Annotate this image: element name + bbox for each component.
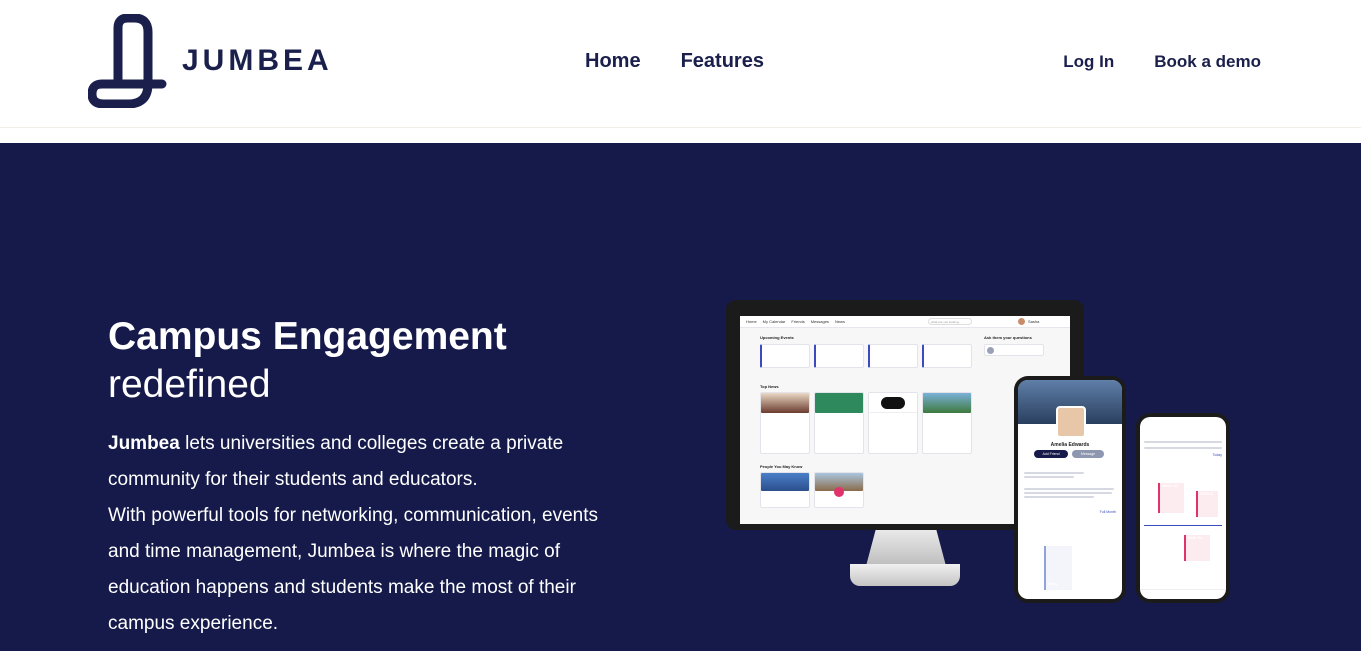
calendar-tabbar [1140,589,1226,599]
mock-person-card: Amara Singh [760,472,810,508]
mock-contact-name: Jane Lee [997,348,1010,352]
mock-user: Sasha [1028,319,1040,324]
calendar-now-line [1144,525,1222,526]
jumbea-logo[interactable]: JUMBEA [88,14,333,108]
mock-contact-avatar [987,347,994,354]
mock-upcoming-title: Upcoming Events [760,335,794,340]
profile-busy-label: Busy [1048,581,1058,586]
desc-line-1: Jumbea lets universities and colleges cr… [108,426,668,462]
profile-text-line [1024,496,1094,498]
calendar-event-cs: CS6/1/4 [1196,491,1218,517]
mock-nav-messages: Messages [810,319,829,324]
mock-event-card: Meet Your Buddy [814,344,864,368]
profile-text-line [1024,476,1074,478]
mock-people-title: People You May Know [760,464,803,469]
mock-news-title: Top News [760,384,779,389]
calendar-week-row [1144,447,1222,449]
mock-nav-calendar: My Calendar [762,319,786,324]
phone-calendar-mockup: Calendar Today Dance 2/4 CS6/1/4 Math 2/… [1136,413,1230,603]
mock-news-card: How to make the most of student life [760,392,810,454]
headline-line-1: Campus Engagement [108,315,507,358]
mock-person-avatar [834,487,844,497]
nav-features-link[interactable]: Features [681,50,764,73]
phone-calendar-screen: Calendar Today Dance 2/4 CS6/1/4 Math 2/… [1140,417,1226,599]
book-demo-link[interactable]: Book a demo [1154,52,1261,72]
mock-nav-news: News [834,319,845,324]
mock-event-card: Breakfast With The Team [922,344,972,368]
mock-news-image [869,393,917,413]
profile-text-line [1024,472,1084,474]
desc-line-3: With powerful tools for networking, comm… [108,505,598,526]
calendar-event-math: Math 2/4 [1184,535,1210,561]
profile-full-month: Full Month [1099,510,1116,514]
login-link[interactable]: Log In [1063,52,1114,72]
profile-text-line [1024,488,1114,490]
desc-line-1-rest: lets universities and colleges create a … [179,433,564,454]
mock-news-image [761,393,809,413]
mock-news-image [923,393,971,413]
mock-person-card: Emma K. [814,472,864,508]
mock-topbar: Home My Calendar Friends Messages News w… [740,316,1070,328]
mock-person-name: Amara Singh [776,500,794,504]
profile-text-line [1024,492,1112,494]
mock-news-card: Business Society [868,392,918,454]
phone-profile-mockup: Amelia Edwards Add Friend Message About … [1014,376,1126,603]
mock-person-name: Emma K. [832,500,846,504]
hero-section: Campus Engagement redefined Jumbea lets … [0,143,1361,651]
mock-news-image [815,393,863,413]
phone-profile-screen: Amelia Edwards Add Friend Message About … [1018,380,1122,599]
mock-ask-title: Ask them your questions [984,335,1032,340]
mock-news-card: Football Club [922,392,972,454]
calendar-week-row [1144,441,1222,443]
desc-brand: Jumbea [108,433,180,454]
mock-handshake-icon [881,397,905,409]
calendar-event-dance: Dance 2/4 [1158,483,1184,513]
profile-avatar [1056,406,1086,438]
mock-person-cover [761,473,809,491]
mock-news-card: Starting university? Here are the tips [814,392,864,454]
desc-line-5: education happens and students make the … [108,577,576,598]
hero-headline: Campus Engagement redefined [108,313,507,409]
account-nav: Log In Book a demo [1063,52,1261,72]
desc-line-4: and time management, Jumbea is where the… [108,541,561,562]
mock-news-text: Business Society [880,416,906,420]
hero-description: Jumbea lets universities and colleges cr… [108,426,668,642]
logo-text: JUMBEA [182,44,333,77]
mock-contact-card: Jane Lee [984,344,1044,356]
profile-name: Amelia Edwards [1050,442,1090,448]
desc-line-6: campus experience. [108,613,279,634]
add-friend-button: Add Friend [1034,450,1068,458]
profile-calendar-title: Calendar [1024,510,1042,515]
calendar-title: Calendar [1173,427,1193,432]
jumbea-logo-icon [88,14,167,108]
mock-nav-friends: Friends [791,319,805,324]
header-spacer [0,128,1361,143]
headline-line-2: redefined [108,363,271,406]
monitor-stand-base [850,564,960,586]
desc-line-2: community for their students and educato… [108,469,478,490]
mock-news-text: Football Club [937,416,957,420]
profile-about-title: About [1024,464,1036,469]
mock-event-card: Networking Event [868,344,918,368]
mock-nav-home: Home [746,319,757,324]
main-nav: Home Features [585,50,764,73]
mock-search-input: what are you looking... [928,318,972,325]
mock-avatar [1018,318,1025,325]
calendar-today: Today [1212,453,1222,457]
profile-busy-block: Busy [1044,546,1072,590]
nav-home-link[interactable]: Home [585,50,641,73]
monitor-stand-neck [866,530,946,566]
mock-news-text: Starting university? Here are the tips [818,416,860,424]
message-button: Message [1072,450,1104,458]
site-header: JUMBEA Home Features Log In Book a demo [0,0,1361,128]
mock-news-text: How to make the most of student life [767,416,803,424]
mock-event-card: Orientation Week [760,344,810,368]
